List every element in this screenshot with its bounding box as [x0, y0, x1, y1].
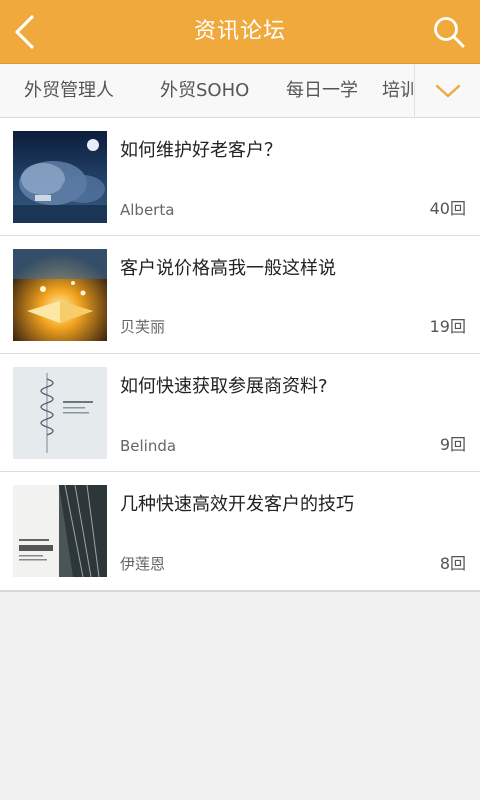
post-author: 伊莲恩: [120, 555, 166, 573]
post-title: 几种快速高效开发客户的技巧: [120, 494, 354, 515]
post-title: 如何维护好老客户？: [120, 140, 282, 161]
post-reply-count: 9回: [439, 435, 466, 454]
post-reply-count: 40回: [429, 199, 466, 218]
post-thumbnail-building-cover: [13, 485, 107, 577]
search-icon[interactable]: [432, 15, 466, 49]
tab-waimao-manager[interactable]: 外贸管理人: [24, 64, 114, 117]
app-header: 资讯论坛: [0, 0, 480, 64]
post-thumbnail-glowing-book: [13, 249, 107, 341]
list-item[interactable]: 客户说价格高我一般这样说 贝芙丽 19回: [0, 236, 480, 354]
tabs-strip: 外贸管理人 外贸SOHO 每日一学 培训: [0, 64, 414, 117]
tab-daily-learning[interactable]: 每日一学: [286, 64, 358, 117]
tab-training[interactable]: 培训: [382, 64, 414, 117]
page-title: 资讯论坛: [193, 19, 286, 44]
post-title: 如何快速获取参展商资料?: [120, 376, 328, 397]
list-item[interactable]: 如何维护好老客户？ Alberta 40回: [0, 118, 480, 236]
category-tab-bar: 外贸管理人 外贸SOHO 每日一学 培训: [0, 64, 480, 118]
tab-waimao-soho[interactable]: 外贸SOHO: [160, 64, 249, 117]
post-author: Belinda: [120, 437, 177, 455]
chevron-down-icon: [435, 84, 461, 98]
post-thumbnail-night-tree: [13, 131, 107, 223]
post-reply-count: 8回: [439, 554, 466, 573]
post-author: Alberta: [120, 201, 175, 219]
post-reply-count: 19回: [429, 317, 466, 336]
list-item[interactable]: 几种快速高效开发客户的技巧 伊莲恩 8回: [0, 472, 480, 590]
list-item[interactable]: 如何快速获取参展商资料? Belinda 9回: [0, 354, 480, 472]
post-author: 贝芙丽: [120, 318, 166, 336]
post-list: 如何维护好老客户？ Alberta 40回 客户说价格高我一般这样说 贝芙丽 1…: [0, 118, 480, 592]
post-title: 客户说价格高我一般这样说: [120, 258, 336, 279]
post-thumbnail-spiral-staircase: [13, 367, 107, 459]
tabs-more-button[interactable]: [414, 64, 480, 117]
